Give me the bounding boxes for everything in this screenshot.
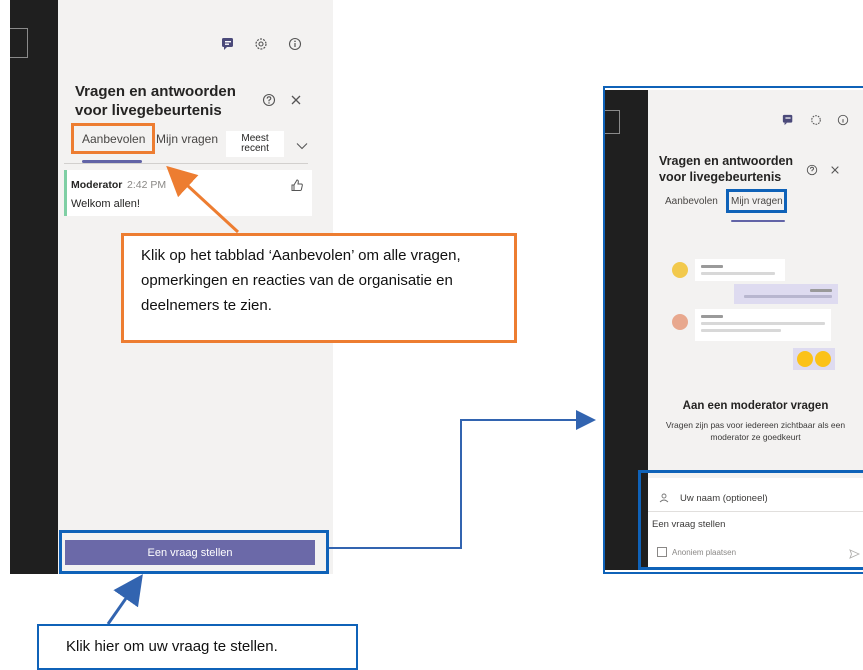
blue-arrow-up [106, 574, 143, 625]
mijn-vragen-highlight-box [726, 189, 787, 213]
ask-hint-text: Klik hier om uw vraag te stellen. [66, 638, 278, 655]
compose-highlight-box [638, 470, 863, 570]
blue-connector-line [329, 410, 596, 549]
tab-hint-callout: Klik op het tabblad ‘Aanbevolen’ om alle… [121, 233, 517, 343]
tab-hint-text: Klik op het tabblad ‘Aanbevolen’ om alle… [141, 247, 461, 314]
ask-hint-callout: Klik hier om uw vraag te stellen. [37, 624, 358, 670]
orange-arrow [166, 165, 240, 234]
